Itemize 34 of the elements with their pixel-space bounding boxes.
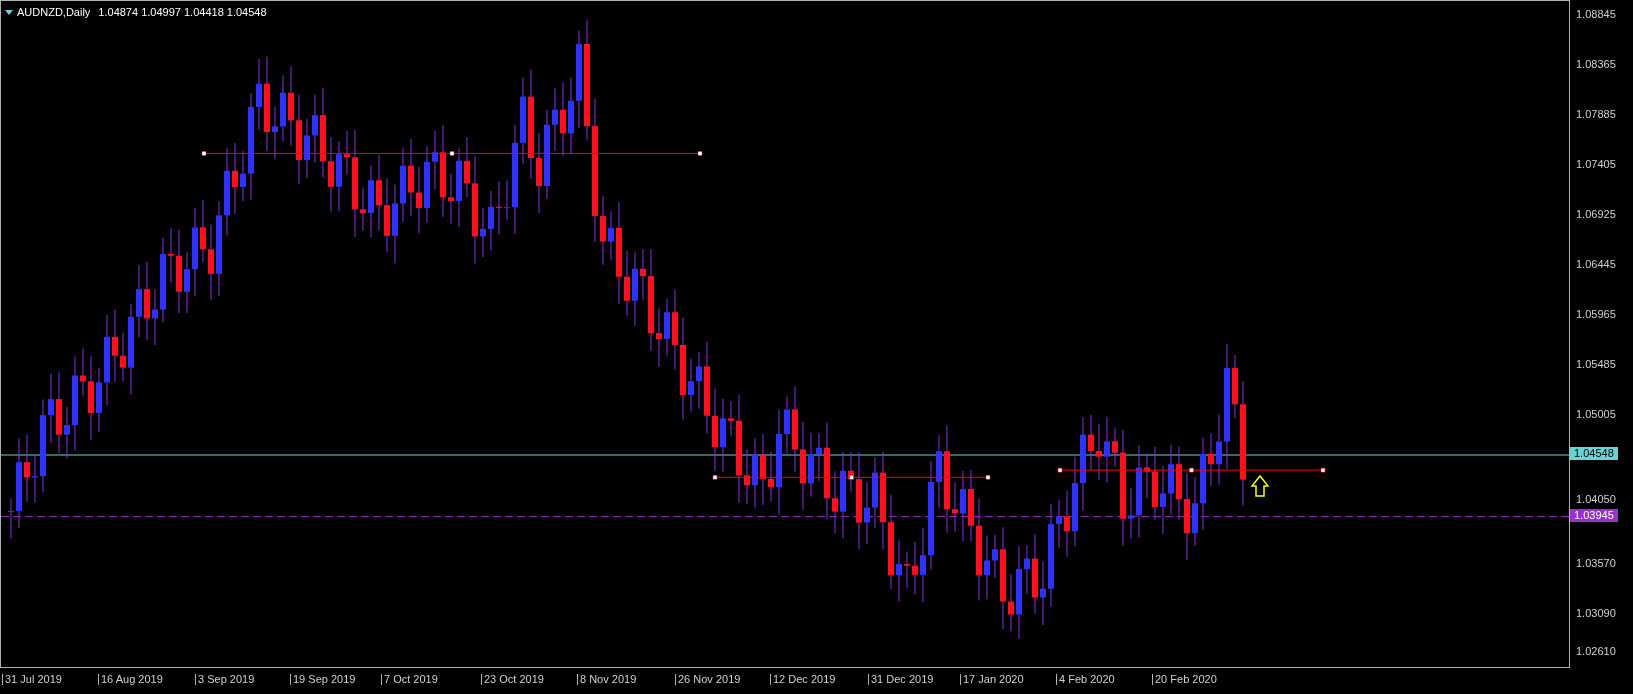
date-axis-label: 19 Sep 2019: [290, 674, 356, 685]
trend-line[interactable]: [1057, 467, 1326, 473]
price-axis-label: 1.06925: [1576, 209, 1616, 220]
date-axis-label: 23 Oct 2019: [481, 674, 544, 685]
date-axis-label: 4 Feb 2020: [1056, 674, 1115, 685]
trend-line[interactable]: [712, 475, 991, 480]
date-axis-label: 17 Jan 2020: [960, 674, 1024, 685]
symbol-label: AUDNZD,Daily: [17, 5, 91, 20]
date-axis-label: 20 Feb 2020: [1152, 674, 1217, 685]
price-axis-label: 1.03090: [1576, 608, 1616, 619]
date-axis-label: 3 Sep 2019: [195, 674, 255, 685]
price-axis-label: 1.05485: [1576, 359, 1616, 370]
price-axis-label: 1.05005: [1576, 409, 1616, 420]
price-axis-label: 1.04050: [1576, 494, 1616, 505]
price-axis-label: 1.02610: [1576, 646, 1616, 657]
date-axis-label: 8 Nov 2019: [577, 674, 637, 685]
price-axis-label: 1.05965: [1576, 309, 1616, 320]
dropdown-icon[interactable]: [5, 9, 13, 15]
date-axis-label: 12 Dec 2019: [770, 674, 836, 685]
date-axis-label: 31 Jul 2019: [2, 674, 62, 685]
price-axis-label: 1.08845: [1576, 9, 1616, 20]
date-axis-label: 16 Aug 2019: [98, 674, 163, 685]
price-marker: 1.03945: [1570, 508, 1618, 522]
price-axis-label: 1.03570: [1576, 558, 1616, 569]
price-axis-label: 1.08365: [1576, 59, 1616, 70]
price-axis-label: 1.07885: [1576, 109, 1616, 120]
ohlc-values: 1.04874 1.04997 1.04418 1.04548: [98, 5, 267, 20]
price-marker: 1.04548: [1570, 447, 1618, 460]
price-axis-label: 1.07405: [1576, 159, 1616, 170]
date-axis-label: 7 Oct 2019: [381, 674, 438, 685]
date-axis-label: 31 Dec 2019: [868, 674, 934, 685]
price-axis-label: 1.06445: [1576, 259, 1616, 270]
up-arrow-icon: [1250, 474, 1270, 497]
date-axis-label: 26 Nov 2019: [675, 674, 741, 685]
